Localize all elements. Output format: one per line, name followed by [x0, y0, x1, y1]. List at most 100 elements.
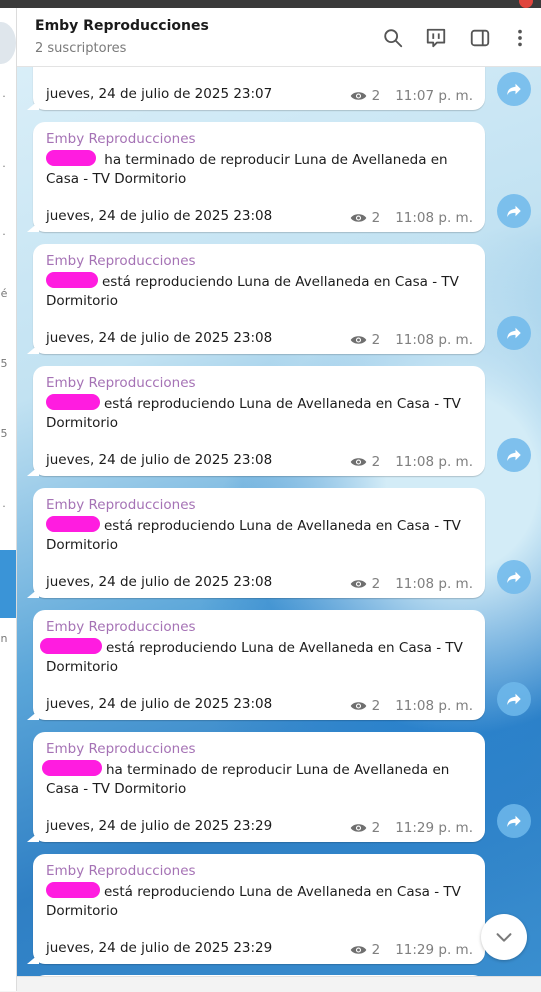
- message-bubble[interactable]: Emby Reproducciones está reproduciendo L…: [33, 854, 485, 964]
- message-meta: 2 11:08 p. m.: [350, 454, 473, 470]
- window-top-bar: [0, 0, 541, 8]
- chat-header: Emby Reproducciones 2 suscriptores: [17, 8, 541, 67]
- chevron-down-icon: [496, 933, 512, 942]
- chat-list-fragment: .: [2, 157, 6, 170]
- redacted-username: [46, 150, 96, 166]
- forward-icon: [507, 327, 521, 339]
- message-sender[interactable]: Emby Reproducciones: [46, 497, 196, 513]
- forward-icon: [507, 83, 521, 95]
- forward-button[interactable]: [497, 682, 531, 716]
- eye-icon: [350, 214, 366, 222]
- chat-list-fragment: 5: [0, 427, 8, 440]
- eye-icon: [350, 946, 366, 954]
- view-count: 2: [371, 576, 381, 592]
- chat-list-fragment: 5: [0, 357, 8, 370]
- message-time: 11:08 p. m.: [395, 454, 473, 470]
- message-date: jueves, 24 de julio de 2025 23:08: [46, 330, 273, 346]
- forward-icon: [507, 449, 521, 461]
- message-time: 11:08 p. m.: [395, 698, 473, 714]
- message-date: jueves, 24 de julio de 2025 23:07: [46, 86, 273, 102]
- redacted-username: [46, 516, 100, 532]
- channel-title[interactable]: Emby Reproducciones: [35, 18, 209, 34]
- message-list[interactable]: jueves, 24 de julio de 2025 23:07 2 11:0…: [17, 67, 541, 991]
- live-stream-icon[interactable]: [424, 26, 448, 50]
- message-text-container: está reproduciendo Luna de Avellaneda en…: [40, 638, 474, 677]
- forward-button[interactable]: [497, 438, 531, 472]
- message-bubble[interactable]: Emby Reproducciones ha terminado de repr…: [33, 732, 485, 842]
- message-meta: 2 11:08 p. m.: [350, 576, 473, 592]
- message-sender[interactable]: Emby Reproducciones: [46, 619, 196, 635]
- forward-button[interactable]: [497, 194, 531, 228]
- redacted-username: [46, 882, 100, 898]
- message-text: está reproduciendo Luna de Avellaneda en…: [46, 640, 463, 675]
- chat-list-fragment: .: [2, 87, 6, 100]
- message-meta: 2 11:08 p. m.: [350, 698, 473, 714]
- message-bubble[interactable]: Emby Reproducciones está reproduciendo L…: [33, 244, 485, 354]
- search-icon[interactable]: [381, 26, 405, 50]
- view-count: 2: [371, 820, 381, 836]
- message-text: está reproduciendo Luna de Avellaneda en…: [46, 396, 461, 431]
- message-bubble[interactable]: Emby Reproducciones está reproduciendo L…: [33, 366, 485, 476]
- eye-icon: [350, 702, 366, 710]
- forward-icon: [507, 205, 521, 217]
- forward-button[interactable]: [497, 560, 531, 594]
- message-meta: 2 11:29 p. m.: [350, 820, 473, 836]
- message-date: jueves, 24 de julio de 2025 23:08: [46, 696, 273, 712]
- forward-button[interactable]: [497, 72, 531, 106]
- message-meta: 2 11:29 p. m.: [350, 942, 473, 958]
- forward-icon: [507, 815, 521, 827]
- message-date: jueves, 24 de julio de 2025 23:08: [46, 574, 273, 590]
- message-sender[interactable]: Emby Reproducciones: [46, 741, 196, 757]
- view-count: 2: [371, 454, 381, 470]
- message-text: está reproduciendo Luna de Avellaneda en…: [46, 884, 461, 919]
- more-vert-icon[interactable]: [508, 26, 532, 50]
- message-bubble[interactable]: Emby Reproducciones ha terminado de repr…: [33, 122, 485, 232]
- view-count: 2: [371, 210, 381, 226]
- message-sender[interactable]: Emby Reproducciones: [46, 131, 196, 147]
- eye-icon: [350, 580, 366, 588]
- message-time: 11:29 p. m.: [395, 820, 473, 836]
- message-sender[interactable]: Emby Reproducciones: [46, 375, 196, 391]
- chat-list-strip[interactable]: . . . é 5 5 . n: [0, 8, 17, 991]
- message-meta: 2 11:08 p. m.: [350, 210, 473, 226]
- view-count: 2: [371, 698, 381, 714]
- scroll-to-bottom-button[interactable]: [481, 914, 527, 960]
- eye-icon: [350, 458, 366, 466]
- message-sender[interactable]: Emby Reproducciones: [46, 863, 196, 879]
- message-text-container: está reproduciendo Luna de Avellaneda en…: [46, 272, 474, 311]
- message-time: 11:07 p. m.: [395, 88, 473, 104]
- message-bubble[interactable]: Emby Reproducciones está reproduciendo L…: [33, 610, 485, 720]
- message-text-container: ha terminado de reproducir Luna de Avell…: [42, 760, 474, 799]
- message-bubble[interactable]: Emby Reproducciones está reproduciendo L…: [33, 488, 485, 598]
- view-count: 2: [371, 942, 381, 958]
- message-sender[interactable]: Emby Reproducciones: [46, 253, 196, 269]
- redacted-username: [40, 638, 102, 654]
- composer-bar-edge: [17, 976, 541, 992]
- sidebar-toggle-icon[interactable]: [468, 26, 492, 50]
- eye-icon: [350, 92, 366, 100]
- message-text: ha terminado de reproducir Luna de Avell…: [46, 152, 448, 187]
- message-meta: 2 11:07 p. m.: [350, 88, 473, 104]
- window-close-dot[interactable]: [519, 0, 533, 8]
- chat-list-fragment: .: [2, 497, 6, 510]
- chat-list-fragment: n: [0, 632, 8, 645]
- message-date: jueves, 24 de julio de 2025 23:08: [46, 208, 273, 224]
- subscriber-count: 2 suscriptores: [35, 41, 127, 56]
- forward-button[interactable]: [497, 316, 531, 350]
- chat-list-selected-item[interactable]: [0, 550, 16, 618]
- eye-icon: [350, 336, 366, 344]
- message-time: 11:08 p. m.: [395, 576, 473, 592]
- message-text-container: está reproduciendo Luna de Avellaneda en…: [46, 516, 474, 555]
- message-time: 11:08 p. m.: [395, 332, 473, 348]
- message-text-container: está reproduciendo Luna de Avellaneda en…: [46, 882, 474, 921]
- forward-button[interactable]: [497, 804, 531, 838]
- message-meta: 2 11:08 p. m.: [350, 332, 473, 348]
- message-text-container: está reproduciendo Luna de Avellaneda en…: [46, 394, 474, 433]
- redacted-username: [46, 394, 100, 410]
- message-bubble[interactable]: jueves, 24 de julio de 2025 23:07 2 11:0…: [33, 67, 485, 110]
- chat-list-avatar[interactable]: [0, 22, 16, 64]
- eye-icon: [350, 824, 366, 832]
- message-date: jueves, 24 de julio de 2025 23:29: [46, 940, 273, 956]
- message-date: jueves, 24 de julio de 2025 23:29: [46, 818, 273, 834]
- redacted-username: [42, 760, 102, 776]
